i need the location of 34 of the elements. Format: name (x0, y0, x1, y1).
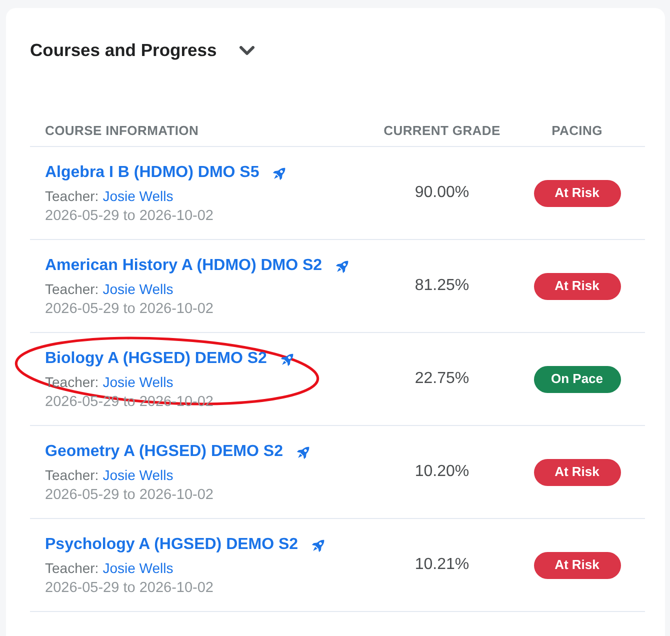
course-link[interactable]: Psychology A (HGSED) DEMO S2 (45, 534, 298, 556)
card-title: Courses and Progress (30, 39, 217, 62)
teacher-link[interactable]: Josie Wells (102, 557, 174, 579)
column-header: PACING (550, 122, 604, 140)
pacing-badge: At Risk (534, 552, 620, 578)
teacher-link[interactable]: Josie Wells (102, 464, 174, 486)
course-link[interactable]: Geometry A (HGSED) DEMO S2 (45, 441, 283, 463)
pacing-badge: At Risk (534, 458, 620, 486)
course-link[interactable]: Algebra I B (HDMO) DMO S5 (45, 162, 260, 184)
teacher-link[interactable]: Josie Wells (102, 278, 174, 300)
teacher-label: Teacher: (45, 187, 99, 206)
course-dates: 2026-05-29 to 2026-10-02 (45, 207, 214, 225)
teacher-link[interactable]: Josie Wells (102, 371, 174, 393)
teacher-label: Teacher: (45, 373, 99, 392)
teacher-label: Teacher: (45, 466, 99, 485)
teacher-link[interactable]: Josie Wells (102, 185, 174, 207)
grade-value: 22.75% (414, 369, 470, 389)
grade-value: 10.21% (414, 555, 470, 575)
course-dates: 2026-05-29 to 2026-10-02 (45, 486, 214, 504)
course-link[interactable]: Biology A (HGSED) DEMO S2 (45, 348, 267, 370)
grade-value: 90.00% (414, 183, 470, 203)
column-header: CURRENT GRADE (382, 122, 502, 140)
course-dates: 2026-05-29 to 2026-10-02 (45, 579, 214, 597)
column-header: COURSE INFORMATION (44, 122, 200, 140)
pacing-badge: On Pace (534, 366, 620, 392)
pacing-badge: At Risk (534, 272, 620, 300)
course-link[interactable]: American History A (HDMO) DMO S2 (45, 255, 322, 277)
pacing-badge: At Risk (534, 180, 620, 206)
grade-value: 10.20% (414, 462, 470, 482)
grade-value: 81.25% (414, 276, 470, 296)
course-dates: 2026-05-29 to 2026-10-02 (45, 300, 214, 318)
teacher-label: Teacher: (45, 280, 99, 299)
chevron-down-icon[interactable] (238, 46, 255, 56)
teacher-label: Teacher: (45, 559, 99, 578)
